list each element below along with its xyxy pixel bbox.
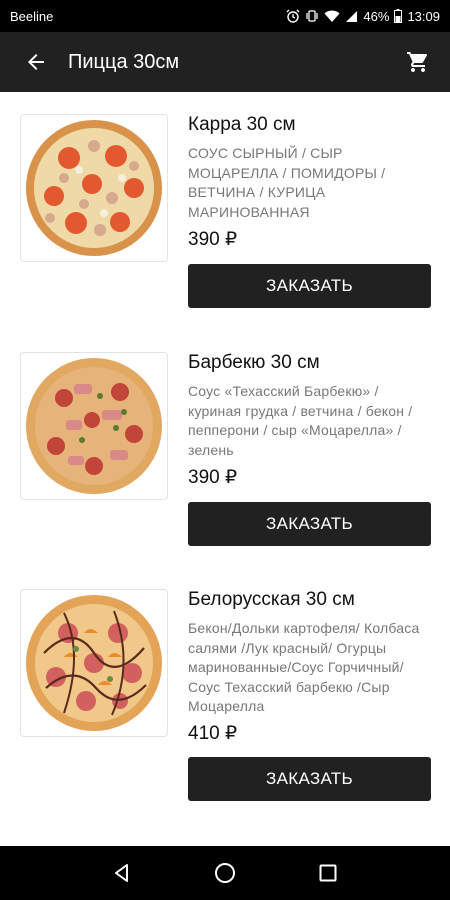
nav-back-icon	[114, 864, 128, 882]
nav-recents-icon	[319, 864, 337, 882]
product-image[interactable]	[20, 114, 168, 262]
carrier-label: Beeline	[10, 8, 54, 24]
product-price: 390 ₽	[188, 229, 238, 250]
battery-percent: 46%	[363, 8, 390, 24]
product-price: 390 ₽	[188, 467, 238, 488]
nav-back-button[interactable]	[102, 853, 142, 893]
product-list[interactable]: Карра 30 см СОУС СЫРНЫЙ / СЫР МОЦАРЕЛЛА …	[0, 92, 450, 846]
nav-home-icon	[214, 863, 235, 883]
product-description: Бекон/Дольки картофеля/ Колбаса салями /…	[188, 620, 420, 714]
product-image[interactable]	[20, 589, 168, 737]
app-bar: Пицца 30см	[0, 32, 450, 92]
order-button[interactable]: ЗАКАЗАТЬ	[188, 264, 431, 308]
pizza-karra-image	[26, 120, 162, 256]
signal-icon	[346, 10, 358, 22]
product-name: Барбекю 30 см	[188, 352, 320, 373]
battery-icon	[394, 9, 403, 23]
product-image[interactable]	[20, 352, 168, 500]
pizza-barbecue-image	[26, 358, 162, 494]
pizza-belorusskaya-image	[26, 595, 162, 731]
shopping-cart-icon	[407, 52, 427, 72]
alarm-icon	[286, 9, 300, 23]
product-name: Белорусская 30 см	[188, 589, 355, 610]
product-item-barbecue: Барбекю 30 см Соус «Техасский Барбекю» /…	[0, 352, 450, 552]
navigation-bar	[0, 846, 450, 900]
product-item-belorusskaya: Белорусская 30 см Бекон/Дольки картофеля…	[0, 589, 450, 809]
order-button[interactable]: ЗАКАЗАТЬ	[188, 502, 431, 546]
clock: 13:09	[407, 8, 440, 24]
vibrate-icon	[306, 10, 319, 22]
page-title: Пицца 30см	[68, 50, 180, 73]
product-description: Соус «Техасский Барбекю» / куриная грудк…	[188, 383, 413, 458]
arrow-back-icon	[28, 54, 44, 70]
wifi-icon	[324, 10, 340, 22]
nav-home-button[interactable]	[205, 853, 245, 893]
cart-button[interactable]	[390, 32, 446, 92]
nav-recents-button[interactable]	[308, 853, 348, 893]
product-name: Карра 30 см	[188, 114, 296, 135]
status-bar: Beeline 46% 13:09	[0, 0, 450, 32]
status-icons: 46% 13:09	[286, 9, 440, 24]
order-button[interactable]: ЗАКАЗАТЬ	[188, 757, 431, 801]
product-description: СОУС СЫРНЫЙ / СЫР МОЦАРЕЛЛА / ПОМИДОРЫ /…	[188, 145, 386, 220]
product-item-karra: Карра 30 см СОУС СЫРНЫЙ / СЫР МОЦАРЕЛЛА …	[0, 114, 450, 314]
product-price: 410 ₽	[188, 723, 238, 744]
back-button[interactable]	[8, 32, 64, 92]
